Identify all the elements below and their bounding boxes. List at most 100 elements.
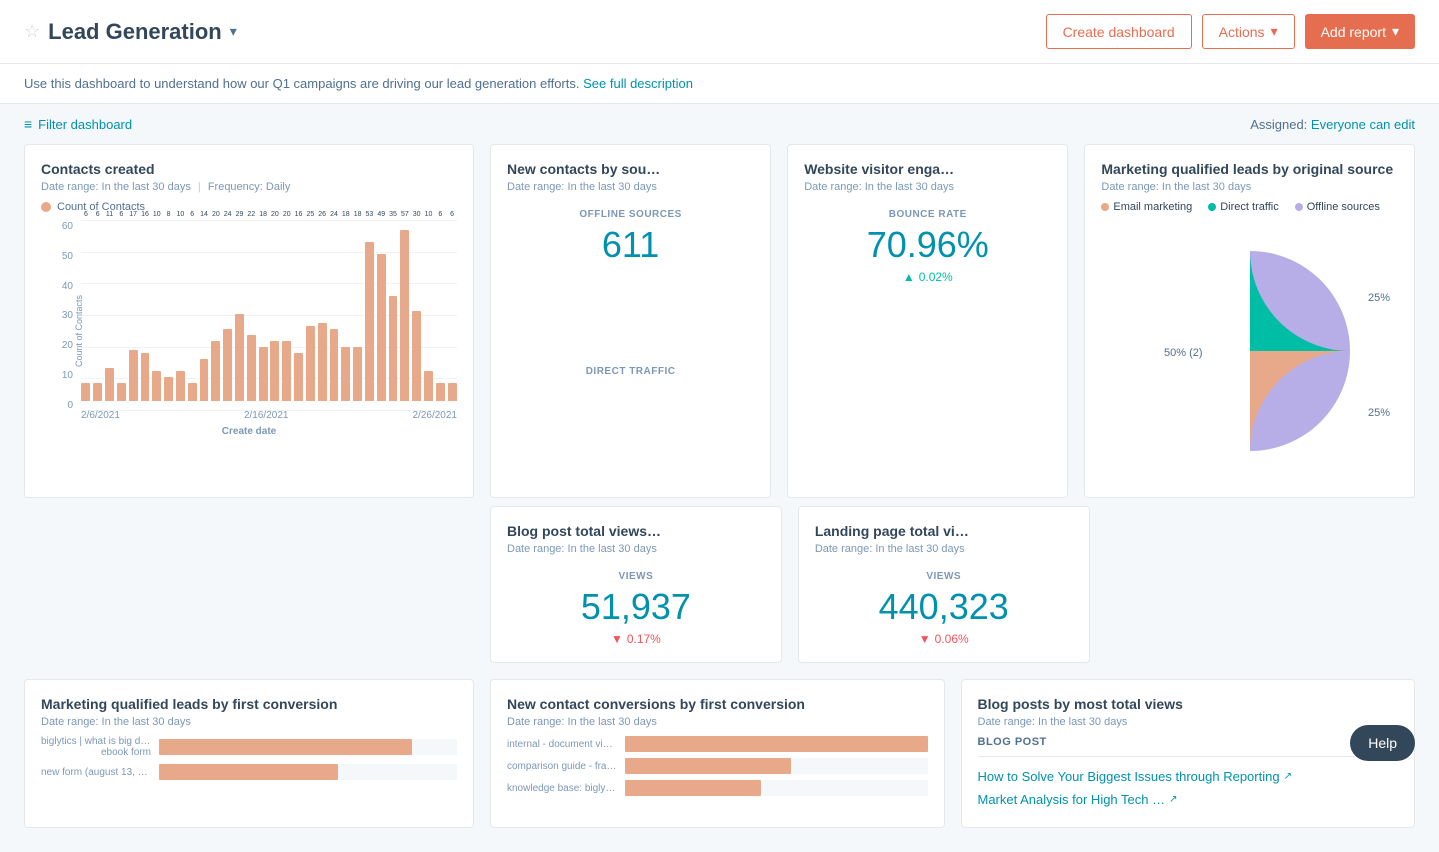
external-link-icon-1: ↗	[1284, 771, 1292, 782]
website-visitor-title: Website visitor enga…	[804, 161, 1051, 177]
conv-hbar-fill-3	[625, 780, 761, 796]
bar-label-24: 53	[366, 211, 374, 218]
pie-svg: 50% (2) 25% (1) 25% (1)	[1110, 221, 1390, 481]
blog-posts-title: Blog posts by most total views	[978, 696, 1399, 712]
bar-wrapper-30: 6	[435, 221, 445, 401]
conversions-subtitle: Date range: In the last 30 days	[507, 716, 928, 728]
bounce-rate-label: BOUNCE RATE	[804, 209, 1051, 220]
bar-label-0: 6	[84, 211, 88, 218]
offline-sources-value: 611	[507, 224, 754, 266]
offline-sources-label: OFFLINE SOURCES	[507, 209, 754, 220]
bar-wrapper-6: 10	[152, 221, 162, 401]
bar-wrapper-1: 6	[93, 221, 103, 401]
landing-page-views-card: Landing page total vi… Date range: In th…	[798, 506, 1090, 663]
bar-label-2: 11	[106, 211, 113, 218]
date-range-value: In the last 30 days	[102, 181, 191, 193]
bar-2	[105, 368, 114, 401]
bar-15	[259, 347, 268, 401]
see-full-description-link[interactable]: See full description	[583, 76, 693, 91]
bar-label-15: 18	[259, 211, 267, 218]
bar-label-28: 30	[413, 211, 421, 218]
legend-item-direct: Direct traffic	[1208, 201, 1278, 213]
hbar-fill-2	[159, 764, 338, 780]
header-actions: Create dashboard Actions ▾ Add report ▾	[1046, 14, 1415, 49]
spacer-row1b	[24, 506, 474, 663]
conv-hbar-track-3	[625, 780, 928, 796]
bar-3	[117, 383, 126, 401]
website-visitor-subtitle: Date range: In the last 30 days	[804, 181, 1051, 193]
add-report-arrow-icon: ▾	[1392, 23, 1399, 40]
bar-chart: 6050403020100 Count of Contacts 66116171…	[41, 221, 457, 441]
bar-0	[81, 383, 90, 401]
bar-label-13: 29	[236, 211, 244, 218]
create-dashboard-button[interactable]: Create dashboard	[1046, 14, 1192, 49]
bar-wrapper-12: 24	[223, 221, 233, 401]
blog-post-column-label: BLOG POST	[978, 736, 1399, 757]
landing-page-title: Landing page total vi…	[815, 523, 1073, 539]
filter-bar: ≡ Filter dashboard Assigned: Everyone ca…	[0, 104, 1439, 144]
bar-wrapper-15: 18	[258, 221, 268, 401]
bar-5	[141, 353, 150, 401]
bar-label-5: 16	[141, 211, 149, 218]
hbar-row-1: biglytics | what is big data?:ebook form	[41, 736, 457, 758]
bar-13	[235, 314, 244, 401]
bar-24	[365, 242, 374, 401]
bar-wrapper-7: 8	[164, 221, 174, 401]
bar-28	[412, 311, 421, 401]
bar-wrapper-20: 26	[317, 221, 327, 401]
landing-views-change: ▼ 0.06%	[815, 632, 1073, 646]
conv-hbar-fill-1	[625, 736, 928, 752]
bar-label-17: 20	[283, 211, 291, 218]
bar-8	[176, 371, 185, 401]
legend-dot-email	[1101, 203, 1109, 211]
bar-6	[152, 371, 161, 401]
x-axis-label: Create date	[41, 426, 457, 437]
bar-wrapper-26: 35	[388, 221, 398, 401]
conv-hbar-row-2: comparison guide - frame…	[507, 758, 928, 774]
down-arrow-icon: ▼	[611, 632, 623, 646]
blog-link-2[interactable]: Market Analysis for High Tech … ↗	[978, 788, 1399, 811]
hbar-track-2	[159, 764, 457, 780]
bar-14	[247, 335, 256, 401]
external-link-icon-2: ↗	[1169, 794, 1177, 805]
star-icon[interactable]: ☆	[24, 21, 40, 42]
bar-31	[448, 383, 457, 401]
hbar-row-2: new form (august 13, 2020	[41, 764, 457, 780]
bar-label-31: 6	[450, 211, 454, 218]
assigned-link[interactable]: Everyone can edit	[1311, 117, 1415, 132]
bar-1	[93, 383, 102, 401]
header: ☆ Lead Generation ▾ Create dashboard Act…	[0, 0, 1439, 64]
chevron-down-icon[interactable]: ▾	[230, 23, 237, 40]
website-visitor-card: Website visitor enga… Date range: In the…	[787, 144, 1068, 498]
actions-button[interactable]: Actions ▾	[1202, 14, 1295, 49]
bar-label-6: 10	[153, 211, 161, 218]
bar-label-11: 20	[212, 211, 220, 218]
help-button[interactable]: Help	[1350, 725, 1415, 761]
bar-wrapper-27: 57	[400, 221, 410, 401]
bar-label-4: 17	[129, 211, 137, 218]
description-bar: Use this dashboard to understand how our…	[0, 64, 1439, 104]
x-axis: 2/6/20212/16/20212/26/2021	[81, 410, 457, 421]
filter-dashboard-button[interactable]: ≡ Filter dashboard	[24, 116, 132, 132]
new-contacts-subtitle: Date range: In the last 30 days	[507, 181, 754, 193]
bar-18	[294, 353, 303, 401]
bar-label-8: 10	[177, 211, 185, 218]
y-axis: 6050403020100	[41, 221, 77, 411]
bar-wrapper-21: 24	[329, 221, 339, 401]
hbar-label-1: biglytics | what is big data?:ebook form	[41, 736, 151, 758]
bar-label-18: 16	[295, 211, 303, 218]
bar-wrapper-14: 22	[246, 221, 256, 401]
mql-title: Marketing qualified leads by original so…	[1101, 161, 1398, 177]
bar-25	[377, 254, 386, 401]
bar-label-19: 25	[306, 211, 314, 218]
bar-label-12: 24	[224, 211, 232, 218]
legend-dot	[41, 202, 51, 212]
spacer-mql	[1106, 506, 1415, 663]
hbar-label-2: new form (august 13, 2020	[41, 767, 151, 778]
conv-hbar-fill-2	[625, 758, 791, 774]
row-1b: Blog post total views… Date range: In th…	[24, 506, 1415, 663]
actions-arrow-icon: ▾	[1271, 23, 1278, 40]
bar-label-16: 20	[271, 211, 279, 218]
description-text: Use this dashboard to understand how our…	[24, 76, 579, 91]
add-report-button[interactable]: Add report ▾	[1305, 14, 1415, 49]
